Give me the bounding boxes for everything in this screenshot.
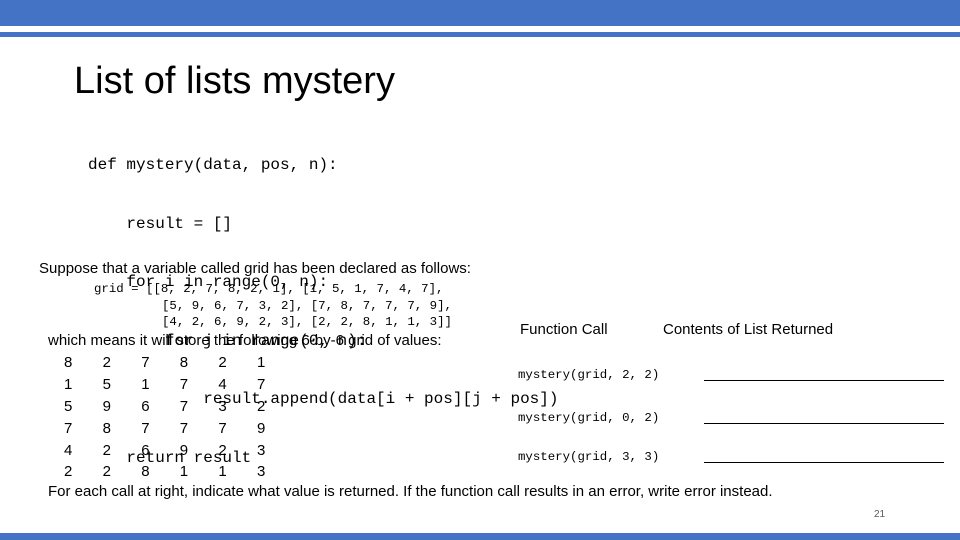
- call-row: mystery(grid, 2, 2): [518, 367, 948, 387]
- grid-cell: 6: [141, 441, 150, 459]
- grid-cell: 7: [179, 397, 189, 415]
- grid-cell: 9: [256, 419, 266, 437]
- grid-row: 4 2 6 9 2 3: [64, 439, 296, 461]
- function-call-text: mystery(grid, 3, 3): [518, 450, 660, 464]
- grid-cell: 3: [218, 397, 227, 415]
- grid-declaration: grid = [[8, 2, 7, 8, 2, 1], [1, 5, 1, 7,…: [94, 281, 452, 331]
- grid-cell: 7: [179, 376, 189, 394]
- page-number: 21: [874, 509, 886, 520]
- top-accent-line: [0, 32, 960, 37]
- grid-cell: 2: [256, 397, 266, 415]
- grid-cell: 1: [218, 463, 227, 481]
- grid-row: 1 5 1 7 4 7: [64, 374, 296, 396]
- declaration-line: grid = [[8, 2, 7, 8, 2, 1], [1, 5, 1, 7,…: [94, 282, 444, 296]
- grid-cell: 1: [64, 376, 73, 394]
- grid-cell: 1: [141, 376, 150, 394]
- top-accent-bar: [0, 0, 960, 26]
- grid-cell: 7: [64, 419, 73, 437]
- which-means-text: which means it will store the following …: [48, 332, 442, 349]
- answer-blank: [704, 380, 944, 381]
- grid-cell: 7: [141, 354, 150, 372]
- grid-cell: 7: [218, 419, 227, 437]
- grid-cell: 6: [141, 397, 150, 415]
- grid-cell: 7: [141, 419, 150, 437]
- grid-row: 7 8 7 7 7 9: [64, 417, 296, 439]
- grid-cell: 3: [256, 441, 266, 459]
- code-line: def mystery(data, pos, n):: [88, 156, 338, 174]
- grid-cell: 2: [64, 463, 73, 481]
- grid-cell: 1: [256, 354, 266, 372]
- grid-cell: 8: [179, 354, 189, 372]
- contents-returned-header: Contents of List Returned: [663, 321, 834, 338]
- declaration-line: [4, 2, 6, 9, 2, 3], [2, 2, 8, 1, 1, 3]]: [162, 315, 452, 329]
- grid-cell: 3: [256, 463, 266, 481]
- grid-row: 5 9 6 7 3 2: [64, 396, 296, 418]
- code-line: result = []: [88, 214, 233, 233]
- function-call-text: mystery(grid, 2, 2): [518, 368, 660, 382]
- call-row: mystery(grid, 0, 2): [518, 410, 948, 430]
- grid-cell: 4: [64, 441, 73, 459]
- grid-cell: 5: [64, 397, 73, 415]
- slide-title: List of lists mystery: [74, 60, 395, 102]
- answer-blank: [704, 462, 944, 463]
- grid-cell: 2: [102, 441, 111, 459]
- grid-row: 2 2 8 1 1 3: [64, 461, 296, 483]
- grid-cell: 2: [218, 441, 227, 459]
- grid-cell: 2: [102, 354, 111, 372]
- answer-blank: [704, 423, 944, 424]
- grid-cell: 5: [102, 376, 111, 394]
- function-call-header: Function Call: [520, 321, 608, 338]
- grid-cell: 8: [102, 419, 111, 437]
- instructions-text: For each call at right, indicate what va…: [48, 483, 773, 500]
- grid-cell: 1: [179, 463, 189, 481]
- grid-cell: 8: [64, 354, 73, 372]
- values-grid: 8 2 7 8 2 1 1 5 1 7 4 7 5 9 6 7 3 2 7 8 …: [64, 352, 296, 483]
- grid-cell: 8: [141, 463, 150, 481]
- grid-row: 8 2 7 8 2 1: [64, 352, 296, 374]
- bottom-accent-bar: [0, 533, 960, 540]
- grid-cell: 2: [218, 354, 227, 372]
- declaration-line: [5, 9, 6, 7, 3, 2], [7, 8, 7, 7, 7, 9],: [162, 298, 452, 313]
- grid-cell: 9: [102, 397, 111, 415]
- function-call-text: mystery(grid, 0, 2): [518, 411, 660, 425]
- grid-cell: 4: [218, 376, 227, 394]
- grid-cell: 9: [179, 441, 189, 459]
- grid-cell: 7: [256, 376, 266, 394]
- grid-cell: 7: [179, 419, 189, 437]
- suppose-text: Suppose that a variable called grid has …: [39, 260, 471, 277]
- call-row: mystery(grid, 3, 3): [518, 449, 948, 469]
- grid-cell: 2: [102, 463, 111, 481]
